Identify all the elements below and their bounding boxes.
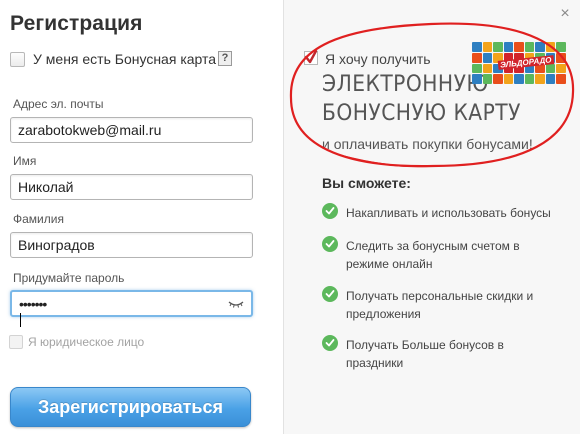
benefit-text: Получать персональные скидки и предложен… bbox=[346, 289, 534, 321]
promo-heading-2: БОНУСНУЮ КАРТУ bbox=[322, 101, 521, 126]
benefit-text: Получать Больше бонусов в праздники bbox=[346, 338, 504, 370]
checkmark-icon bbox=[322, 335, 338, 351]
dialog-title: Регистрация bbox=[10, 12, 143, 35]
promo-line-2: и оплачивать покупки бонусами! bbox=[322, 136, 533, 152]
bonus-card-label[interactable]: У меня есть Бонусная карта bbox=[33, 51, 216, 67]
bonus-card-checkbox[interactable] bbox=[10, 52, 25, 67]
checkmark-icon bbox=[322, 203, 338, 219]
last-name-value: Виноградов bbox=[18, 237, 95, 253]
last-name-label: Фамилия bbox=[13, 212, 64, 226]
legal-entity-checkbox[interactable] bbox=[9, 335, 23, 349]
checkmark-icon bbox=[322, 286, 338, 302]
eye-icon[interactable] bbox=[228, 298, 244, 310]
first-name-value: Николай bbox=[18, 179, 74, 195]
registration-dialog: Регистрация У меня есть Бонусная карта ?… bbox=[0, 0, 580, 434]
promo-line-1[interactable]: Я хочу получить bbox=[325, 51, 431, 67]
last-name-field[interactable]: Виноградов bbox=[10, 232, 253, 258]
checkmark-icon bbox=[304, 49, 318, 64]
registration-form: Регистрация У меня есть Бонусная карта ?… bbox=[0, 0, 283, 434]
e-card-checkbox[interactable] bbox=[304, 49, 318, 65]
email-label: Адрес эл. почты bbox=[13, 97, 104, 111]
first-name-label: Имя bbox=[13, 154, 37, 168]
password-value: ••••••• bbox=[19, 296, 47, 312]
help-icon[interactable]: ? bbox=[218, 51, 232, 66]
email-field[interactable]: zarabotokweb@mail.ru bbox=[10, 117, 253, 143]
password-value-wrap: ••••••• bbox=[19, 295, 244, 327]
password-label: Придумайте пароль bbox=[13, 271, 125, 285]
benefits-title: Вы сможете: bbox=[322, 175, 411, 191]
benefit-text: Следить за бонусным счетом в режиме онла… bbox=[346, 239, 520, 271]
first-name-field[interactable]: Николай bbox=[10, 174, 253, 200]
text-caret bbox=[20, 313, 21, 327]
promo-heading-1: ЭЛЕКТРОННУЮ bbox=[322, 72, 489, 97]
benefit-text: Накапливать и использовать бонусы bbox=[346, 206, 551, 220]
email-value: zarabotokweb@mail.ru bbox=[18, 122, 162, 138]
checkmark-icon bbox=[322, 236, 338, 252]
close-icon[interactable]: × bbox=[558, 6, 572, 22]
register-button[interactable]: Зарегистрироваться bbox=[10, 387, 251, 427]
legal-entity-label[interactable]: Я юридическое лицо bbox=[28, 335, 144, 349]
password-field[interactable]: ••••••• bbox=[10, 290, 253, 327]
